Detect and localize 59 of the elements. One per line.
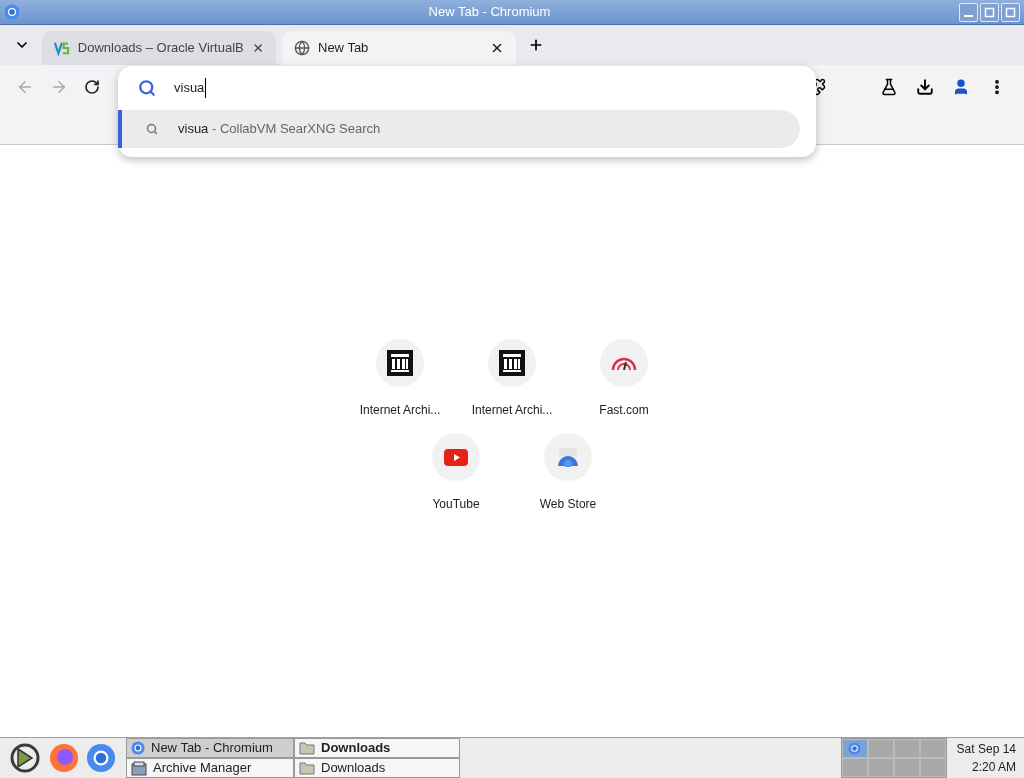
- task-button[interactable]: Archive Manager: [126, 758, 294, 778]
- app-icon: [4, 4, 20, 20]
- play-logo-icon: [444, 448, 468, 466]
- chromium-icon: [86, 743, 116, 773]
- maximize-icon: [984, 6, 995, 18]
- tab-title: New Tab: [318, 39, 370, 58]
- workspace-cell[interactable]: [893, 739, 920, 758]
- workspace-cell[interactable]: [841, 739, 868, 758]
- address-field[interactable]: visua: [174, 78, 207, 98]
- clock-date: Sat Sep 14: [956, 741, 1016, 758]
- new-tab-icon[interactable]: [528, 37, 544, 53]
- workspace-cell[interactable]: [919, 758, 946, 777]
- shortcut-tile[interactable]: [544, 433, 592, 481]
- shortcut-label: Internet Archi...: [359, 402, 441, 419]
- shortcut-label: Internet Archi...: [471, 402, 553, 419]
- tab[interactable]: Downloads – Oracle VirtualB: [42, 31, 276, 65]
- profile-icon[interactable]: [952, 78, 970, 96]
- shortcut-tile[interactable]: [600, 339, 648, 387]
- window-thumb-icon: [848, 742, 862, 755]
- clock-time: 2:20 AM: [971, 759, 1016, 776]
- fox-browser-icon[interactable]: [48, 742, 80, 774]
- globe-icon: [294, 40, 310, 56]
- launcher-icon[interactable]: [8, 741, 42, 775]
- suggestion-row[interactable]: visua - CollabVM SearXNG Search: [118, 110, 800, 148]
- minimize-icon: [964, 15, 973, 17]
- shortcut-tile[interactable]: [432, 433, 480, 481]
- shortcut-label: YouTube: [432, 496, 480, 513]
- workspace-cell[interactable]: [867, 758, 894, 777]
- close-button[interactable]: [1001, 2, 1020, 22]
- vbox-logo-icon: [54, 40, 70, 56]
- shortcut-label: Fast.com: [599, 402, 649, 419]
- minimize-button[interactable]: [959, 2, 978, 22]
- suggestion-text: visua - CollabVM SearXNG Search: [178, 120, 381, 139]
- chromium-icon: [131, 741, 145, 755]
- folder-icon: [299, 761, 315, 775]
- task-button[interactable]: Downloads: [294, 758, 460, 778]
- shortcut-label: Web Store: [539, 496, 597, 513]
- tab-title: Downloads – Oracle VirtualB: [77, 39, 244, 58]
- tab[interactable]: New Tab: [282, 31, 516, 65]
- reload-icon[interactable]: [84, 79, 100, 95]
- archive-box-icon: [131, 760, 147, 776]
- workspace-cell[interactable]: [841, 758, 868, 777]
- search-icon: [138, 79, 156, 97]
- flask-icon[interactable]: [880, 78, 898, 96]
- shortcut-tile[interactable]: [376, 339, 424, 387]
- workspace-cell[interactable]: [919, 739, 946, 758]
- workspace-cell[interactable]: [893, 758, 920, 777]
- maximize-button[interactable]: [980, 2, 999, 22]
- task-button[interactable]: Downloads: [294, 738, 460, 758]
- store-icon: [556, 447, 580, 467]
- task-button[interactable]: New Tab - Chromium: [126, 738, 294, 758]
- search-icon: [146, 123, 158, 135]
- museum-icon: [499, 350, 525, 376]
- shortcut-tile[interactable]: [488, 339, 536, 387]
- download-icon[interactable]: [916, 78, 934, 96]
- workspace-cell[interactable]: [867, 739, 894, 758]
- museum-icon: [387, 350, 413, 376]
- window-title: New Tab - Chromium: [427, 3, 552, 22]
- folder-icon: [299, 741, 315, 755]
